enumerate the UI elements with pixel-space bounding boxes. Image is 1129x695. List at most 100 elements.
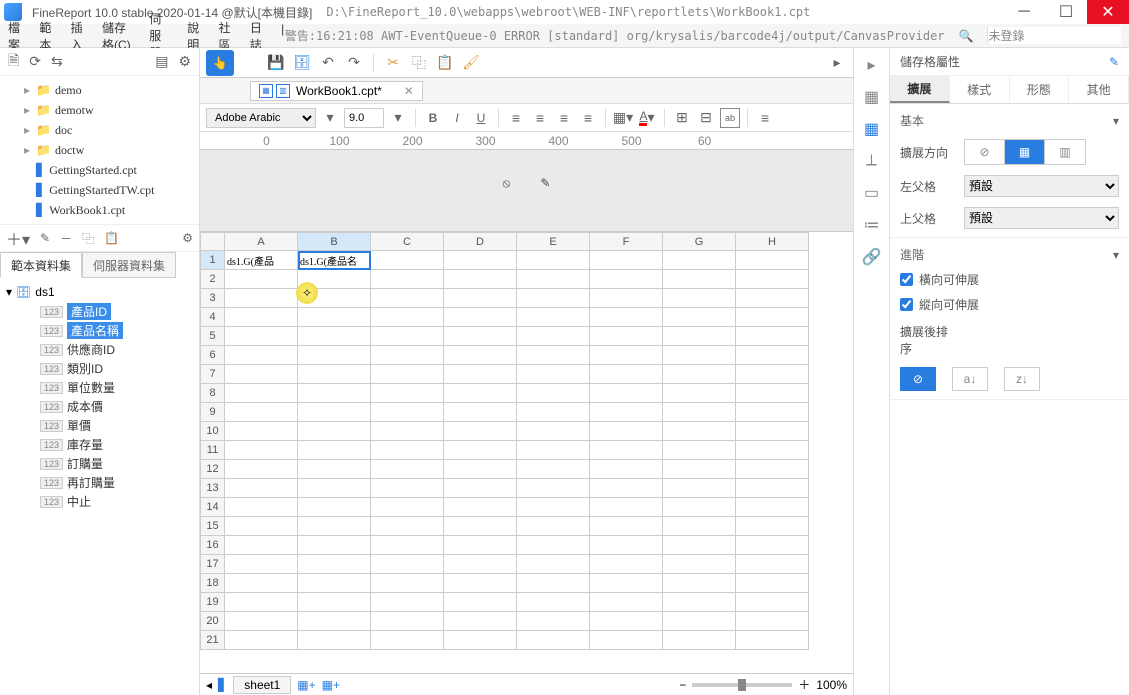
cell[interactable] <box>371 555 444 574</box>
cell[interactable] <box>371 517 444 536</box>
chk-hstretch[interactable] <box>900 273 913 286</box>
cell[interactable] <box>225 536 298 555</box>
tab-other[interactable]: 其他 <box>1069 76 1129 103</box>
delete-ds-icon[interactable]: － <box>60 230 72 247</box>
cell[interactable] <box>298 631 371 650</box>
format-icon[interactable]: ≡ <box>755 108 775 128</box>
row-header[interactable]: 4 <box>201 308 225 327</box>
cell[interactable] <box>444 441 517 460</box>
cell[interactable] <box>663 536 736 555</box>
folder-item[interactable]: ▸📁demotw <box>0 100 199 120</box>
merge-icon[interactable]: ⊞ <box>672 108 692 128</box>
ds-field[interactable]: 123單位數量 <box>0 378 199 397</box>
chk-vstretch[interactable] <box>900 298 913 311</box>
cell[interactable] <box>736 479 809 498</box>
cell[interactable] <box>225 574 298 593</box>
cell[interactable] <box>371 536 444 555</box>
visibility-icon[interactable]: ⦸ <box>503 176 511 191</box>
cell[interactable] <box>225 460 298 479</box>
cell[interactable] <box>298 327 371 346</box>
ds-field[interactable]: 123庫存量 <box>0 435 199 454</box>
unmerge-icon[interactable]: ⊟ <box>696 108 716 128</box>
edit-ds-icon[interactable]: ✎ <box>40 231 50 245</box>
cell[interactable] <box>736 346 809 365</box>
tab-template-ds[interactable]: 範本資料集 <box>0 252 82 278</box>
row-header[interactable]: 11 <box>201 441 225 460</box>
cell[interactable] <box>444 536 517 555</box>
fontcolor-icon[interactable]: A▾ <box>637 108 657 128</box>
zoom-out-icon[interactable]: − <box>679 678 686 692</box>
mode-button[interactable]: 👆 <box>206 50 234 76</box>
up-parent-select[interactable]: 預設 <box>964 207 1119 229</box>
col-header[interactable]: B <box>298 233 371 251</box>
cell[interactable] <box>590 555 663 574</box>
widget-icon[interactable]: ▭ <box>861 182 883 204</box>
cell[interactable] <box>517 422 590 441</box>
cell[interactable] <box>736 289 809 308</box>
cell[interactable] <box>517 384 590 403</box>
cell[interactable] <box>517 327 590 346</box>
cell[interactable] <box>298 593 371 612</box>
align-right-icon[interactable]: ≡ <box>554 108 574 128</box>
cell[interactable] <box>371 327 444 346</box>
ds-field[interactable]: 123再訂購量 <box>0 473 199 492</box>
copy-ds-icon[interactable]: ⿻ <box>82 230 94 247</box>
cell[interactable] <box>517 251 590 270</box>
collapse2-icon[interactable]: ▾ <box>1113 248 1119 262</box>
link-icon[interactable]: 🔗 <box>861 246 883 268</box>
cell[interactable] <box>663 479 736 498</box>
cell[interactable] <box>663 460 736 479</box>
cell[interactable] <box>736 251 809 270</box>
cell[interactable] <box>225 612 298 631</box>
cell[interactable] <box>371 479 444 498</box>
cell[interactable] <box>444 498 517 517</box>
undo-icon[interactable]: ↶ <box>318 53 338 73</box>
expand-panel-icon[interactable]: ▸ <box>861 54 883 76</box>
ds-field[interactable]: 123產品名稱 <box>0 321 199 340</box>
table-icon[interactable]: ▦ <box>861 86 883 108</box>
cell[interactable] <box>590 536 663 555</box>
cell[interactable] <box>444 631 517 650</box>
cell[interactable] <box>444 517 517 536</box>
refresh-icon[interactable]: ⟳ <box>29 53 41 70</box>
cell[interactable] <box>371 403 444 422</box>
minimize-button[interactable]: ─ <box>1003 0 1045 24</box>
cell[interactable] <box>590 517 663 536</box>
cell[interactable] <box>590 384 663 403</box>
cell[interactable] <box>371 365 444 384</box>
cell[interactable] <box>444 365 517 384</box>
cell[interactable]: ds1.G(產品名 <box>298 251 371 270</box>
cell[interactable] <box>225 593 298 612</box>
cell[interactable] <box>663 441 736 460</box>
condition-icon[interactable]: ≔ <box>861 214 883 236</box>
cell[interactable] <box>663 251 736 270</box>
cell[interactable] <box>444 460 517 479</box>
cell[interactable] <box>298 479 371 498</box>
expand-vertical[interactable]: ▥ <box>1045 140 1085 164</box>
cell[interactable] <box>444 574 517 593</box>
cell[interactable] <box>590 574 663 593</box>
sheet-tab[interactable]: sheet1 <box>233 676 291 694</box>
cell[interactable] <box>736 403 809 422</box>
cell[interactable] <box>225 555 298 574</box>
crop-icon[interactable]: ⟂ <box>861 150 883 172</box>
add-sheet2-icon[interactable]: ▦+ <box>322 678 340 692</box>
left-parent-select[interactable]: 預設 <box>964 175 1119 197</box>
cell[interactable] <box>517 441 590 460</box>
scroll-left-icon[interactable]: ◂ <box>206 678 212 692</box>
pin-icon[interactable]: ✎ <box>1109 55 1119 69</box>
row-header[interactable]: 9 <box>201 403 225 422</box>
cell[interactable] <box>371 460 444 479</box>
cell[interactable] <box>663 308 736 327</box>
ds-field[interactable]: 123成本價 <box>0 397 199 416</box>
cell[interactable] <box>225 631 298 650</box>
cell[interactable] <box>590 460 663 479</box>
border-icon[interactable]: ▦▾ <box>613 108 633 128</box>
row-header[interactable]: 10 <box>201 422 225 441</box>
cell[interactable] <box>590 631 663 650</box>
collapse-right-icon[interactable]: ▸ <box>827 53 847 73</box>
zoom-in-icon[interactable]: ＋ <box>798 676 810 693</box>
bold-icon[interactable]: B <box>423 108 443 128</box>
add-sheet-icon[interactable]: ▦+ <box>297 678 315 692</box>
font-select[interactable]: Adobe Arabic <box>206 108 316 128</box>
